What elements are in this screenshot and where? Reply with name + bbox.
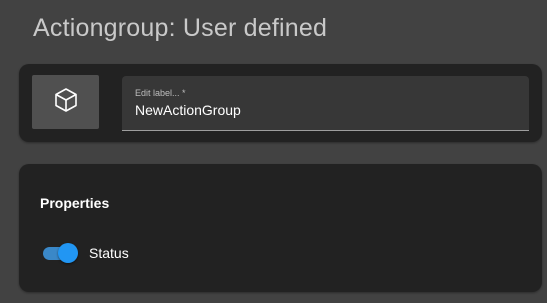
properties-panel: Properties Status <box>19 164 542 292</box>
properties-heading: Properties <box>40 195 110 211</box>
status-toggle[interactable] <box>41 242 79 264</box>
cube-icon <box>53 87 79 118</box>
label-input[interactable] <box>135 102 515 118</box>
icon-picker-button[interactable] <box>32 75 99 129</box>
label-field-caption: Edit label... * <box>135 88 186 98</box>
status-row: Status <box>41 242 129 264</box>
label-panel: Edit label... * <box>19 64 542 142</box>
label-field[interactable]: Edit label... * <box>122 76 529 131</box>
status-label: Status <box>89 245 129 261</box>
page-title: Actiongroup: User defined <box>33 14 328 42</box>
toggle-thumb <box>58 243 78 263</box>
